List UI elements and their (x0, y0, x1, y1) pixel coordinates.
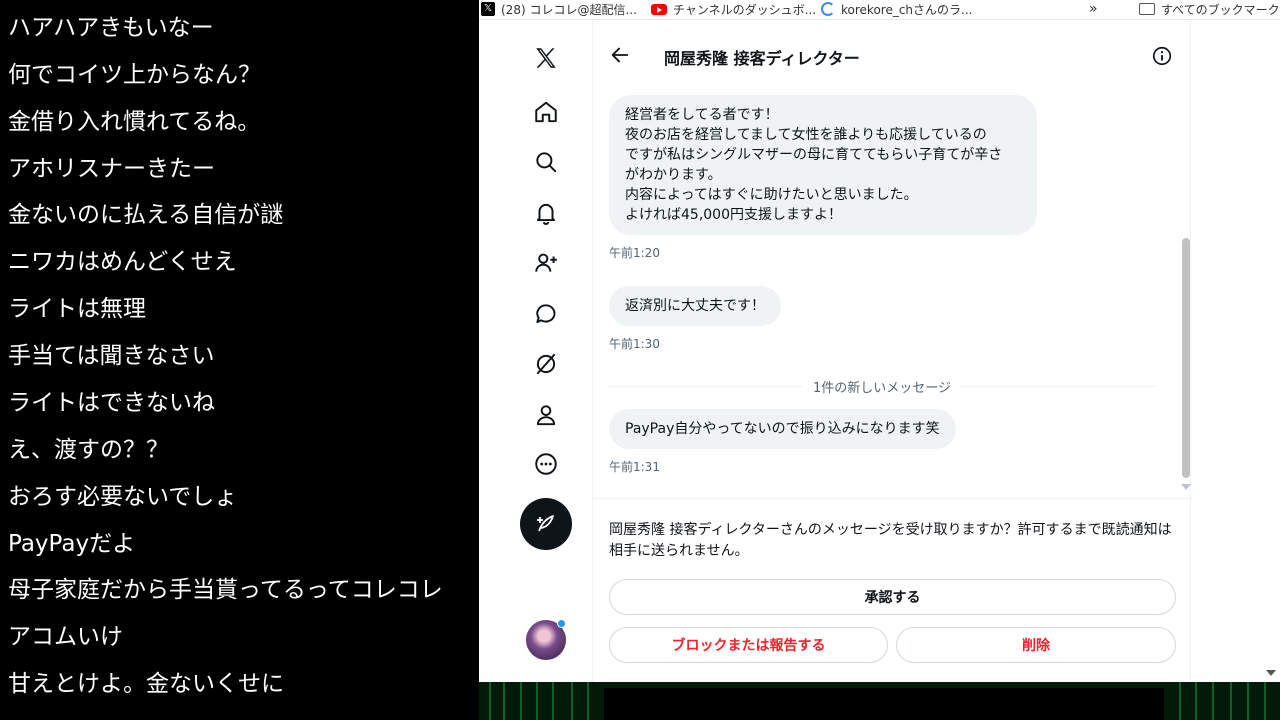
bookmark-label: チャンネルのダッシュボ... (673, 2, 817, 17)
bookmark-item[interactable]: チャンネルのダッシュボ... (651, 0, 816, 18)
message-timestamp: 午前1:31 (609, 460, 660, 474)
comment: ハアハアきもいなー (8, 15, 214, 41)
comment: 金ないのに払える自信が謎 (8, 202, 284, 228)
bookmark-item[interactable]: korekore_chさんのラ... (821, 0, 972, 18)
message-timestamp: 午前1:20 (609, 246, 660, 260)
bookmark-item[interactable]: 𝕏 (28) コレコレ@超配信... (481, 0, 637, 18)
bookmarks-bar: 𝕏 (28) コレコレ@超配信... チャンネルのダッシュボ... koreko… (479, 0, 1280, 20)
delete-button[interactable]: 削除 (896, 627, 1176, 663)
bookmark-label: korekore_chさんのラ... (841, 2, 973, 17)
x-logo-icon: 𝕏 (481, 2, 495, 16)
comment: 金借り入れ慣れてるね。 (8, 109, 261, 135)
status-dot (557, 619, 566, 628)
page-scroll-down-arrow-icon[interactable] (1266, 670, 1276, 676)
notifications-icon[interactable] (531, 198, 561, 228)
x-app: 岡屋秀隆 接客ディレクター 経営者をしてる者です！ 夜のお店を経営してまして女性… (479, 20, 1280, 682)
comment: 手当ては聞きなさい (8, 343, 215, 369)
search-icon[interactable] (531, 147, 561, 177)
home-icon[interactable] (531, 97, 561, 127)
comment: ニワカはめんどくせえ (8, 249, 237, 275)
more-icon[interactable] (531, 449, 561, 479)
comment: 何でコイツ上からなん？ (8, 62, 261, 88)
scrollbar-thumb[interactable] (1182, 238, 1190, 478)
back-arrow-icon[interactable] (609, 44, 631, 66)
messages-scrollbar[interactable] (1179, 90, 1192, 496)
divider (593, 498, 1192, 499)
new-messages-divider: 1件の新しいメッセージ (803, 377, 962, 396)
comment: アコムいけ (8, 624, 123, 650)
bookmarks-overflow-button[interactable]: » (1089, 0, 1098, 18)
comment: おろす必要ないでしょ (8, 484, 238, 510)
conversation-title: 岡屋秀隆 接客ディレクター (664, 49, 860, 68)
comment: 甘えとけよ。金ないくせに (8, 671, 284, 697)
accept-button[interactable]: 承認する (609, 579, 1176, 615)
messages-icon[interactable] (531, 299, 561, 329)
compose-icon (537, 515, 554, 532)
info-icon[interactable] (1151, 45, 1173, 67)
scroll-down-arrow-icon[interactable] (1181, 484, 1191, 490)
background-matrix-strip (479, 682, 1280, 720)
follow-icon[interactable] (531, 248, 561, 278)
comment: アホリスナーきたー (8, 156, 215, 182)
comment: 母子家庭だから手当貰ってるってコレコレ (8, 577, 443, 603)
all-bookmarks-folder[interactable]: すべてのブックマーク (1139, 0, 1280, 18)
comment: PayPayだよ (8, 531, 136, 557)
folder-icon (1139, 3, 1155, 15)
message-bubble: PayPay自分やってないので振り込みになります笑 (609, 409, 956, 449)
comment: ライトは無理 (8, 296, 146, 322)
side-nav (479, 20, 592, 682)
bookmark-label: (28) コレコレ@超配信... (501, 2, 637, 17)
x-logo-icon[interactable] (531, 43, 561, 73)
message-bubble: 返済別に大丈夫です！ (609, 286, 781, 326)
message-timestamp: 午前1:30 (609, 337, 660, 351)
comment: え、渡すの？？ (8, 437, 169, 463)
post-button[interactable] (520, 498, 572, 550)
message-request-notice: 岡屋秀隆 接客ディレクターさんのメッセージを受け取りますか？許可するまで既読通知… (609, 522, 1172, 559)
message-bubble: 経営者をしてる者です！ 夜のお店を経営してまして女性を誰よりも応援しているの で… (609, 95, 1037, 235)
comment: ライトはできないね (8, 390, 215, 416)
youtube-icon (651, 3, 667, 15)
conversation-header: 岡屋秀隆 接客ディレクター (593, 20, 1192, 93)
conversation-panel: 岡屋秀隆 接客ディレクター 経営者をしてる者です！ 夜のお店を経営してまして女性… (592, 20, 1192, 682)
grok-icon[interactable] (531, 349, 561, 379)
folder-label: すべてのブックマーク (1161, 2, 1280, 17)
comment-stream: ハアハアきもいなー 何でコイツ上からなん？ 金借り入れ慣れてるね。 アホリスナー… (0, 0, 479, 720)
loading-ring-icon (821, 2, 835, 16)
profile-icon[interactable] (531, 400, 561, 430)
overflow-chevron-icon: » (1089, 1, 1098, 17)
block-report-button[interactable]: ブロックまたは報告する (609, 627, 888, 663)
